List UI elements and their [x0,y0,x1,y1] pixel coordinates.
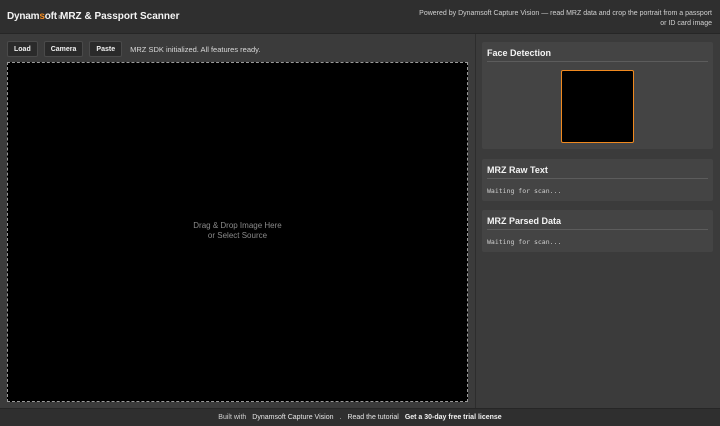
drop-hint-line-1: Drag & Drop Image Here [193,221,282,230]
panel-divider [487,178,708,179]
footer-product-link[interactable]: Dynamsoft Capture Vision [252,414,333,421]
dynamsoft-logo[interactable]: Dynam s oft ® [7,11,62,22]
column-divider [475,34,476,408]
footer-license-link[interactable]: Get a 30-day free trial license [405,414,502,421]
panel-divider [487,229,708,230]
paste-button[interactable]: Paste [89,41,123,57]
drop-hint-line-2: or Select Source [207,231,268,240]
mrz-parsed-data-output: Waiting for scan... [487,238,562,246]
footer-built-with: Built with [218,414,247,421]
camera-button[interactable]: Camera [43,41,84,57]
face-detection-panel: Face Detection [482,42,713,149]
image-drop-zone[interactable]: Drag & Drop Image Here or Select Source [7,62,468,402]
page-title: MRZ & Passport Scanner [60,11,180,22]
footer-tutorial-link[interactable]: Read the tutorial [347,414,398,421]
mrz-raw-text-panel: MRZ Raw Text Waiting for scan... [482,159,713,201]
footer-separator: . [339,414,342,421]
mrz-parsed-data-panel: MRZ Parsed Data Waiting for scan... [482,210,713,252]
panel-divider [487,61,708,62]
mrz-raw-text-output: Waiting for scan... [487,187,562,195]
source-toolbar: Load Camera Paste MRZ SDK initialized. A… [7,41,260,57]
face-preview [561,70,634,143]
app-footer: Built with Dynamsoft Capture Vision . Re… [0,408,720,426]
header-description: Powered by Dynamsoft Capture Vision — re… [419,10,712,27]
load-button[interactable]: Load [7,41,38,57]
mrz-parsed-data-title: MRZ Parsed Data [487,216,562,226]
logo-text-prefix: Dynam [7,11,40,22]
drop-hint: Drag & Drop Image Here or Select Source [8,221,467,241]
sdk-status-text: MRZ SDK initialized. All features ready. [130,44,261,54]
mrz-raw-text-title: MRZ Raw Text [487,165,548,175]
app-header: Dynam s oft ® MRZ & Passport Scanner Powere… [0,0,720,34]
face-detection-title: Face Detection [487,48,552,58]
logo-text-suffix: oft [44,11,57,22]
